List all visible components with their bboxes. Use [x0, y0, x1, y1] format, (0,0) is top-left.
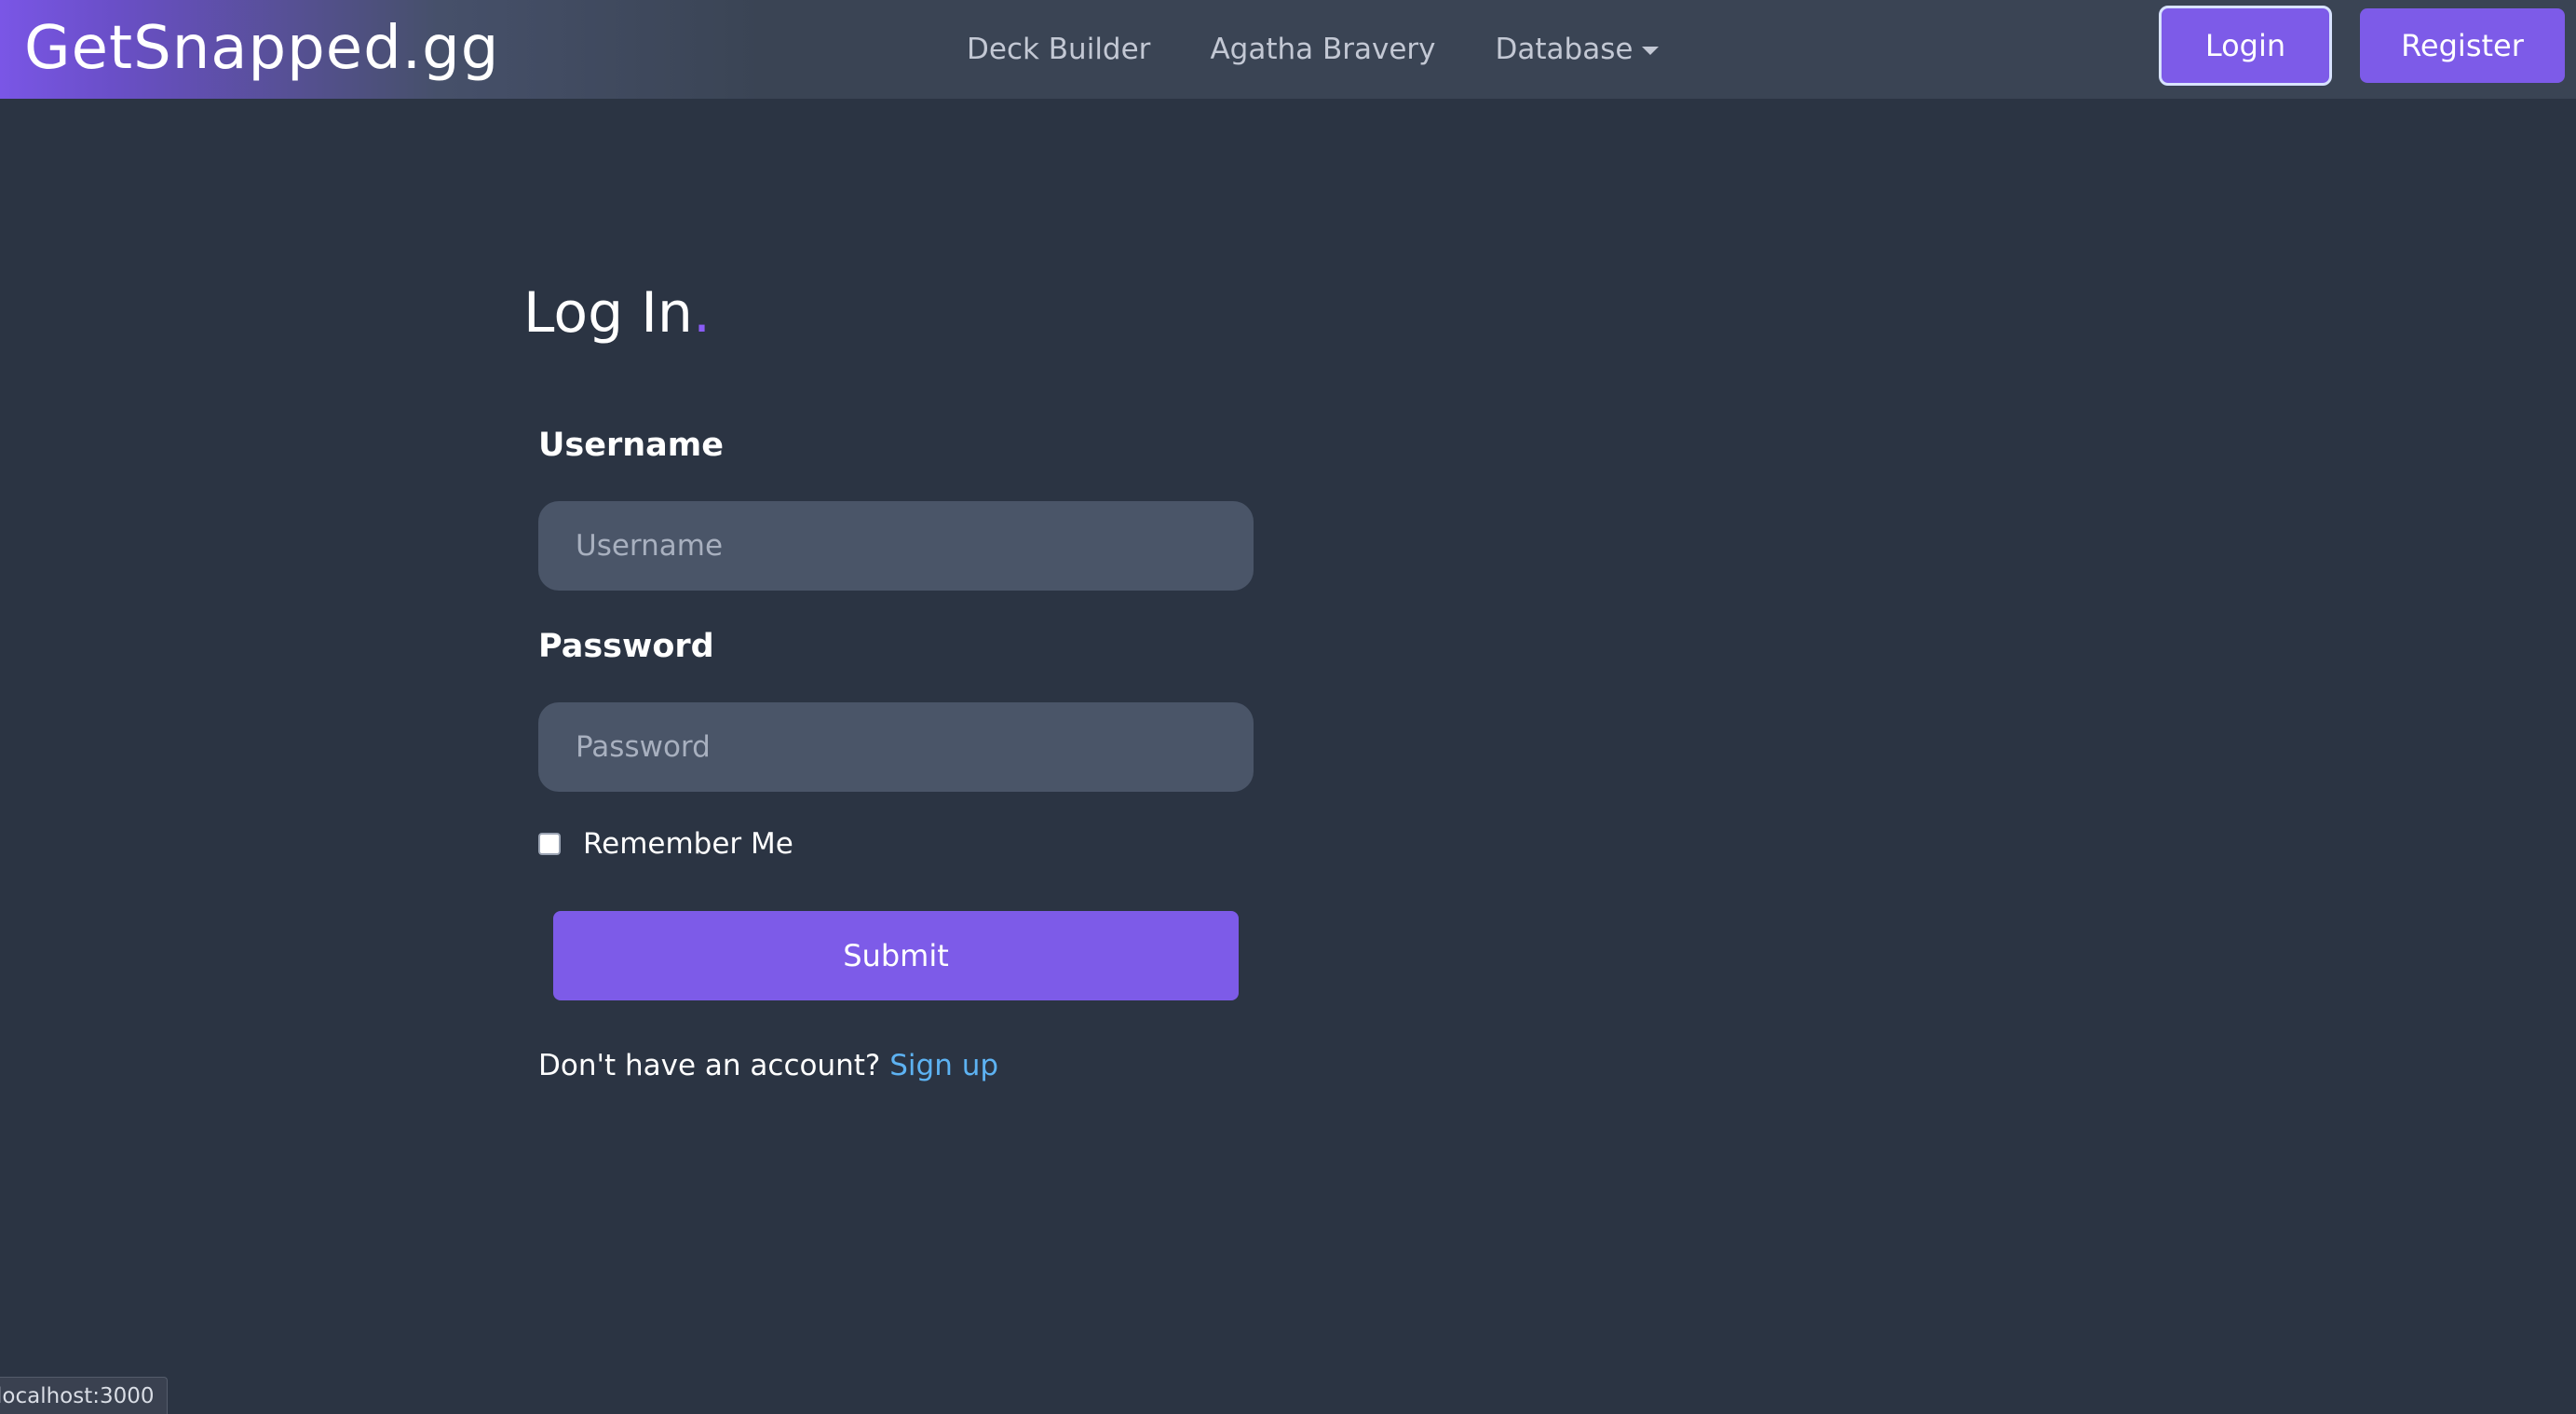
status-bar-url: localhost:3000 [0, 1377, 168, 1414]
login-button[interactable]: Login [2159, 6, 2332, 86]
nav-link-agatha-bravery[interactable]: Agatha Bravery [1210, 33, 1435, 66]
nav-dropdown-database[interactable]: Database [1496, 33, 1660, 66]
caret-down-icon [1642, 46, 1660, 55]
remember-me-label: Remember Me [583, 827, 793, 861]
signup-prompt-text: Don't have an account? [538, 1049, 881, 1082]
password-label: Password [538, 628, 714, 665]
username-label: Username [538, 427, 724, 464]
register-button[interactable]: Register [2360, 8, 2565, 83]
top-navbar: GetSnapped.gg Deck Builder Agatha Braver… [0, 0, 2576, 99]
nav-link-deck-builder[interactable]: Deck Builder [967, 33, 1150, 66]
page-title-dot: . [692, 280, 712, 346]
remember-me-checkbox[interactable] [538, 833, 561, 855]
page-title: Log In. [523, 276, 711, 350]
username-input[interactable] [538, 501, 1254, 591]
submit-button[interactable]: Submit [553, 911, 1239, 1000]
nav-links: Deck Builder Agatha Bravery Database [967, 0, 1660, 99]
nav-dropdown-label: Database [1495, 33, 1634, 66]
brand-logo[interactable]: GetSnapped.gg [24, 11, 499, 86]
signup-prompt: Don't have an account? Sign up [538, 1049, 998, 1082]
password-input[interactable] [538, 702, 1254, 792]
signup-link[interactable]: Sign up [889, 1049, 998, 1082]
remember-me-row: Remember Me [538, 827, 793, 861]
page-title-text: Log In [523, 280, 693, 346]
